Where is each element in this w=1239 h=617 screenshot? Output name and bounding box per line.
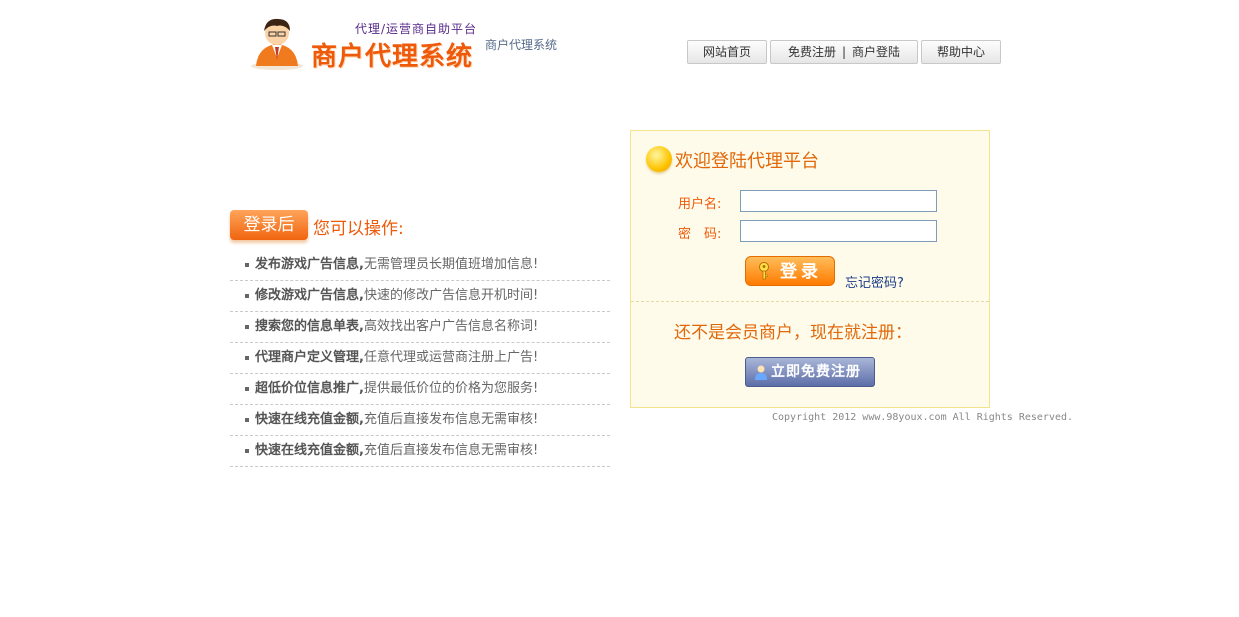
- nav-home-label: 网站首页: [702, 45, 751, 59]
- system-subtitle: 商户代理系统: [485, 38, 558, 52]
- feature-item: 修改游戏广告信息,快速的修改广告信息开机时间!: [230, 281, 610, 312]
- after-login-badge: 登录后: [230, 210, 308, 240]
- nav-help-button[interactable]: 帮助中心: [921, 40, 1001, 64]
- feature-desc: 充值后直接发布信息无需审核!: [363, 443, 539, 458]
- feature-title: 超低价位信息推广,: [255, 381, 364, 396]
- feature-title: 搜索您的信息单表,: [255, 319, 364, 334]
- feature-item: 快速在线充值金额,充值后直接发布信息无需审核!: [230, 436, 610, 467]
- login-divider: [631, 301, 989, 302]
- nav-separator: |: [841, 45, 847, 59]
- feature-item: 发布游戏广告信息,无需管理员长期值班增加信息!: [230, 250, 610, 281]
- feature-item: 搜索您的信息单表,高效找出客户广告信息名称词!: [230, 312, 610, 343]
- user-icon: [755, 365, 767, 380]
- feature-desc: 快速的修改广告信息开机时间!: [363, 288, 539, 303]
- feature-title: 发布游戏广告信息,: [255, 257, 364, 272]
- feature-desc: 提供最低价位的价格为您服务!: [363, 381, 539, 396]
- feature-title: 修改游戏广告信息,: [255, 288, 364, 303]
- login-panel: 欢迎登陆代理平台 用户名: 密 码: 登录 忘记密码? 还不是会员商户，现在就注…: [630, 130, 990, 408]
- feature-item: 代理商户定义管理,任意代理或运营商注册上广告!: [230, 343, 610, 374]
- nav-merchant-login-link[interactable]: 商户登陆: [852, 45, 900, 59]
- bullet-icon: [245, 449, 249, 453]
- bullet-icon: [245, 294, 249, 298]
- bullet-icon: [245, 263, 249, 267]
- nav-home-button[interactable]: 网站首页: [687, 40, 767, 64]
- login-button-label: 登录: [780, 262, 822, 282]
- key-icon: [759, 262, 769, 280]
- password-label: 密 码:: [678, 227, 722, 242]
- features-heading: 登录后 您可以操作:: [230, 210, 490, 246]
- features-list: 发布游戏广告信息,无需管理员长期值班增加信息! 修改游戏广告信息,快速的修改广告…: [230, 250, 610, 467]
- merchant-avatar-icon: [251, 18, 303, 70]
- feature-desc: 无需管理员长期值班增加信息!: [363, 257, 539, 272]
- feature-desc: 高效找出客户广告信息名称词!: [363, 319, 539, 334]
- password-input[interactable]: [740, 220, 937, 242]
- username-label: 用户名:: [678, 197, 722, 212]
- features-heading-text: 您可以操作:: [313, 219, 404, 239]
- bullet-icon: [245, 325, 249, 329]
- register-button-label: 立即免费注册: [771, 364, 861, 380]
- feature-title: 代理商户定义管理,: [255, 350, 364, 365]
- bullet-icon: [245, 356, 249, 360]
- site-logo: 代理/运营商自助平台 商户代理系统 商户代理系统: [250, 14, 560, 72]
- feature-item: 快速在线充值金额,充值后直接发布信息无需审核!: [230, 405, 610, 436]
- feature-title: 快速在线充值金额,: [255, 412, 364, 427]
- copyright-text: Copyright 2012 www.98youx.com All Rights…: [772, 412, 1074, 423]
- login-button[interactable]: 登录: [745, 256, 835, 286]
- forgot-password-link[interactable]: 忘记密码?: [845, 272, 904, 291]
- login-title: 欢迎登陆代理平台: [675, 151, 819, 172]
- bullet-icon: [245, 387, 249, 391]
- feature-desc: 充值后直接发布信息无需审核!: [363, 412, 539, 427]
- register-prompt: 还不是会员商户，现在就注册：: [674, 323, 912, 343]
- register-button[interactable]: 立即免费注册: [745, 357, 875, 387]
- username-input[interactable]: [740, 190, 937, 212]
- feature-desc: 任意代理或运营商注册上广告!: [363, 350, 539, 365]
- system-title: 商户代理系统: [311, 42, 474, 72]
- logo-slogan: 代理/运营商自助平台: [355, 22, 478, 36]
- bullet-icon: [245, 418, 249, 422]
- nav-help-label: 帮助中心: [936, 45, 985, 59]
- yellow-orb-icon: [646, 146, 672, 172]
- nav-register-link[interactable]: 免费注册: [788, 45, 836, 59]
- feature-title: 快速在线充值金额,: [255, 443, 364, 458]
- nav-register-login-group: 免费注册 | 商户登陆: [770, 40, 918, 64]
- feature-item: 超低价位信息推广,提供最低价位的价格为您服务!: [230, 374, 610, 405]
